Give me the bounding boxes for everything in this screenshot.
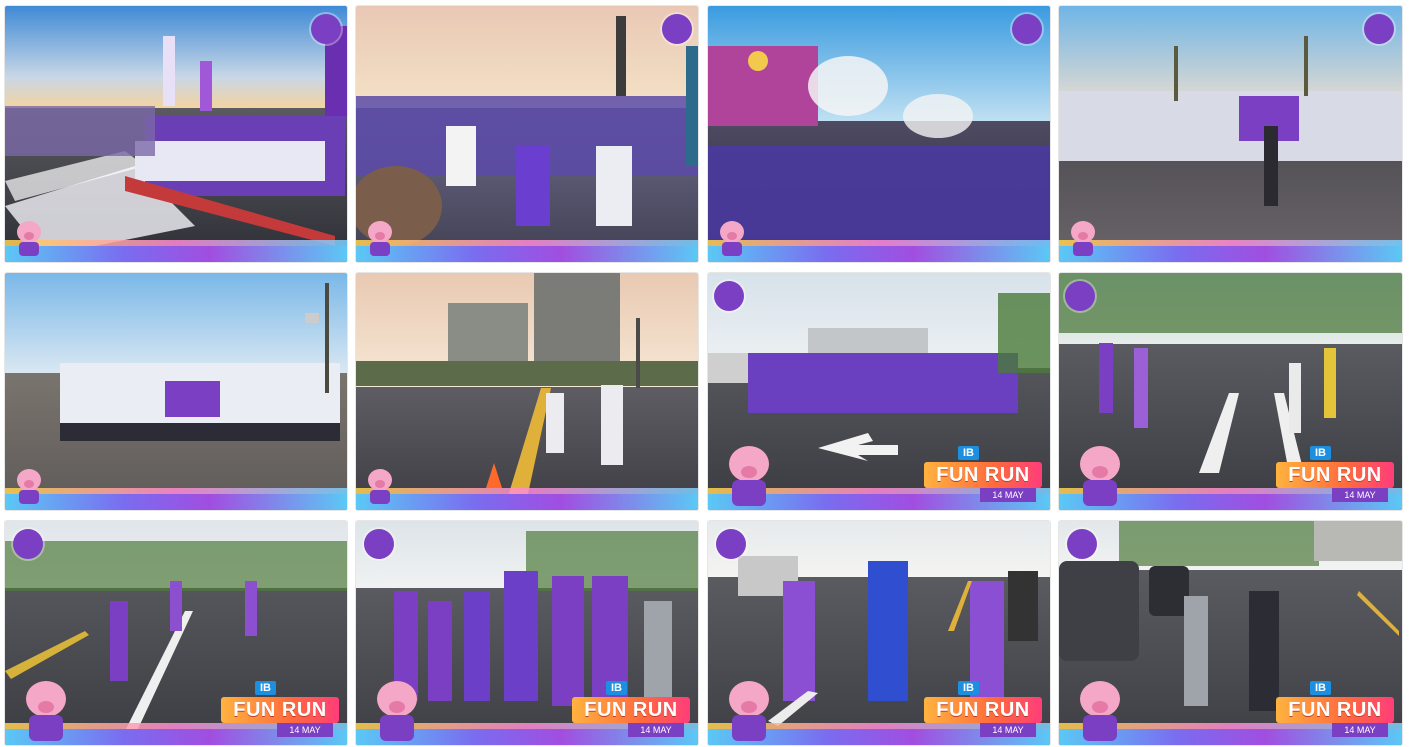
fun-run-title: FUN RUN	[572, 697, 690, 723]
fun-run-logo: IB FUN RUN 14 MAY	[924, 446, 1042, 504]
scene-drawing	[5, 26, 347, 256]
fun-run-date: 14 MAY	[628, 723, 684, 737]
fun-run-date: 14 MAY	[980, 488, 1036, 502]
photo-frame-bar	[5, 488, 347, 510]
scene-drawing	[708, 46, 1050, 246]
pig-mascot-icon	[729, 681, 769, 741]
brand-badge	[662, 14, 692, 44]
fun-run-badge: IB	[255, 681, 276, 695]
fun-run-title: FUN RUN	[924, 697, 1042, 723]
fun-run-badge: IB	[606, 681, 627, 695]
fun-run-logo: IB FUN RUN 14 MAY	[1276, 681, 1394, 739]
photo-frame-bar	[1059, 240, 1402, 262]
brand-badge	[364, 529, 394, 559]
scene-drawing	[60, 283, 340, 441]
fun-run-badge: IB	[1310, 681, 1331, 695]
fun-run-date: 14 MAY	[1332, 723, 1388, 737]
fun-run-badge: IB	[1310, 446, 1331, 460]
brand-badge	[1012, 14, 1042, 44]
photo-grid: IB FUN RUN 14 MAY IB FUN RUN 14 MAY IB F…	[0, 0, 1411, 747]
photo-frame-bar	[5, 240, 347, 262]
pig-mascot-icon	[26, 681, 66, 741]
photo-road-runners-far[interactable]: IB FUN RUN 14 MAY	[5, 521, 347, 745]
photo-frame-bar	[356, 488, 698, 510]
scene-drawing	[356, 16, 698, 246]
photo-frame-bar	[356, 240, 698, 262]
fun-run-title: FUN RUN	[221, 697, 339, 723]
fun-run-date: 14 MAY	[277, 723, 333, 737]
brand-badge	[1067, 529, 1097, 559]
photo-group-road-arrow[interactable]: IB FUN RUN 14 MAY	[708, 273, 1050, 510]
brand-badge	[13, 529, 43, 559]
brand-badge	[311, 14, 341, 44]
fun-run-logo: IB FUN RUN 14 MAY	[572, 681, 690, 739]
fun-run-logo: IB FUN RUN 14 MAY	[924, 681, 1042, 739]
photo-three-runners[interactable]: IB FUN RUN 14 MAY	[708, 521, 1050, 745]
fun-run-date: 14 MAY	[980, 723, 1036, 737]
pig-mascot-icon	[1080, 446, 1120, 506]
fun-run-date: 14 MAY	[1332, 488, 1388, 502]
brand-badge	[1364, 14, 1394, 44]
photo-group-banner[interactable]	[5, 273, 347, 510]
photo-start-line[interactable]	[5, 6, 347, 262]
pig-mascot-icon	[720, 221, 744, 256]
pig-mascot-icon	[368, 469, 392, 504]
photo-stage-smoke[interactable]	[708, 6, 1050, 262]
photo-runner-flag[interactable]	[1059, 6, 1402, 262]
photo-road-towers[interactable]	[356, 273, 698, 510]
photo-walkers-suv[interactable]: IB FUN RUN 14 MAY	[1059, 521, 1402, 745]
scene-drawing	[1059, 36, 1402, 206]
brand-badge	[716, 529, 746, 559]
fun-run-badge: IB	[958, 681, 979, 695]
photo-frame-bar	[708, 240, 1050, 262]
brand-badge	[714, 281, 744, 311]
pig-mascot-icon	[729, 446, 769, 506]
photo-road-runners[interactable]: IB FUN RUN 14 MAY	[1059, 273, 1402, 510]
fun-run-logo: IB FUN RUN 14 MAY	[1276, 446, 1394, 504]
brand-badge	[1065, 281, 1095, 311]
fun-run-badge: IB	[958, 446, 979, 460]
fun-run-title: FUN RUN	[924, 462, 1042, 488]
pig-mascot-icon	[377, 681, 417, 741]
scene-drawing	[356, 273, 698, 503]
pig-mascot-icon	[17, 221, 41, 256]
pig-mascot-icon	[368, 221, 392, 256]
fun-run-title: FUN RUN	[1276, 697, 1394, 723]
photo-runners-start[interactable]	[356, 6, 698, 262]
pig-mascot-icon	[1071, 221, 1095, 256]
fun-run-logo: IB FUN RUN 14 MAY	[221, 681, 339, 739]
fun-run-title: FUN RUN	[1276, 462, 1394, 488]
pig-mascot-icon	[17, 469, 41, 504]
photo-group-walkers[interactable]: IB FUN RUN 14 MAY	[356, 521, 698, 745]
pig-mascot-icon	[1080, 681, 1120, 741]
